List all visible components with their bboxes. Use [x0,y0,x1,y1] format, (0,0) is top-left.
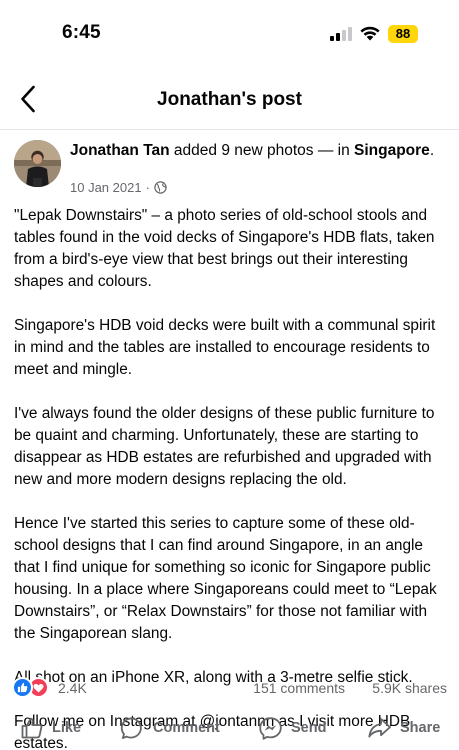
post-author-line: Jonathan Tan added 9 new photos — in Sin… [70,140,450,161]
shares-count[interactable]: 5.9K shares [372,680,447,696]
comment-button[interactable]: Comment [120,714,220,742]
share-button[interactable]: Share [367,714,440,742]
post-action-text: added 9 new photos — in [169,142,355,159]
reaction-icons[interactable] [12,677,52,699]
post-header: Jonathan Tan added 9 new photos — in Sin… [14,138,454,198]
navigation-bar: Jonathan's post [0,70,459,130]
post-date[interactable]: 10 Jan 2021 [70,180,142,195]
post-meta: 10 Jan 2021 · [70,180,167,195]
post-paragraph: Singapore's HDB void decks were built wi… [14,317,436,378]
like-reaction-icon [12,677,33,698]
send-label: Send [291,720,327,736]
post-paragraph: "Lepak Downstairs" – a photo series of o… [14,207,435,290]
avatar[interactable] [14,140,61,187]
location-link[interactable]: Singapore [354,142,430,159]
comment-bubble-icon [120,717,142,739]
cellular-signal-icon [330,27,352,41]
globe-icon [154,181,167,194]
share-arrow-icon [368,718,391,738]
comments-count[interactable]: 151 comments [253,680,345,696]
action-bar: Like Comment Send Share [0,708,459,748]
status-bar: 6:45 88 [0,0,459,60]
wifi-icon [359,24,381,41]
author-name[interactable]: Jonathan Tan [70,142,170,159]
like-label: Like [52,720,82,736]
send-button[interactable]: Send [258,714,326,742]
post-text: "Lepak Downstairs" – a photo series of o… [14,205,446,750]
post-paragraph: Hence I've started this series to captur… [14,515,437,642]
reaction-count[interactable]: 2.4K [58,680,87,696]
thumbs-up-icon [21,717,43,739]
reactions-summary: 2.4K 151 comments 5.9K shares [12,676,447,700]
meta-separator: · [145,180,150,195]
comment-label: Comment [153,720,220,736]
messenger-icon [259,716,282,740]
page-title: Jonathan's post [157,89,302,110]
battery-indicator: 88 [388,25,418,43]
post-paragraph: I've always found the older designs of t… [14,405,435,488]
status-time: 6:45 [62,22,101,43]
like-button[interactable]: Like [20,714,81,742]
share-label: Share [400,720,441,736]
location-suffix: . [429,142,435,159]
